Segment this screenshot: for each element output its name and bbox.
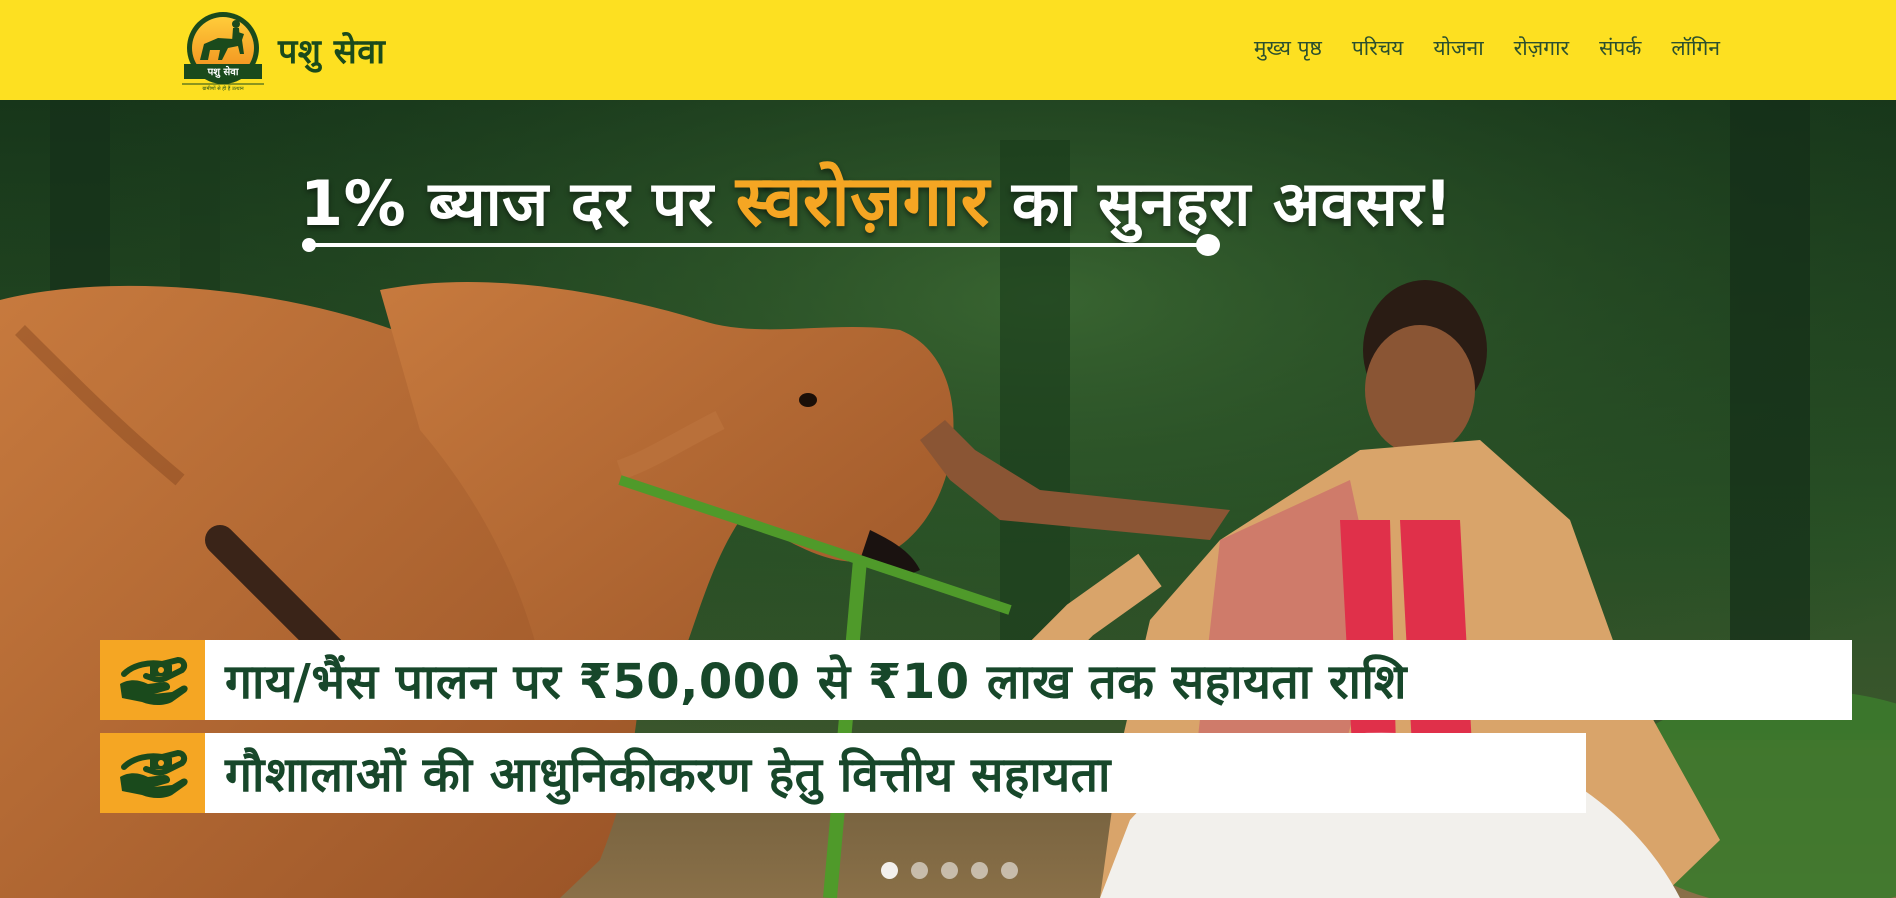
- info-banner-assistance: गाय/भैंस पालन पर ₹50,000 से ₹10 लाख तक स…: [100, 640, 1852, 720]
- info-banner-modernization: गौशालाओं की आधुनिकीकरण हेतु वित्तीय सहाय…: [100, 733, 1586, 813]
- nav-contact[interactable]: संपर्क: [1599, 34, 1641, 62]
- brand-name: पशु सेवा: [278, 32, 386, 72]
- hero-headline: 1% ब्याज दर पर स्वरोज़गार का सुनहरा अवसर…: [300, 150, 1780, 242]
- carousel-dot-2[interactable]: [911, 862, 928, 879]
- headline-divider: [302, 234, 1220, 256]
- nav-home[interactable]: मुख्य पृष्ठ: [1254, 34, 1322, 62]
- headline-post: का सुनहरा अवसर!: [989, 167, 1453, 240]
- carousel-dot-3[interactable]: [941, 862, 958, 879]
- carousel-dot-4[interactable]: [971, 862, 988, 879]
- brand[interactable]: पशु सेवा ग्रामीणों से ही हैं उत्थान पशु …: [178, 8, 385, 92]
- nav-employment[interactable]: रोज़गार: [1514, 34, 1569, 62]
- logo-emblem: पशु सेवा ग्रामीणों से ही हैं उत्थान: [182, 12, 264, 92]
- nav-about[interactable]: परिचय: [1352, 34, 1403, 62]
- carousel-dot-5[interactable]: [1001, 862, 1018, 879]
- carousel-dot-1[interactable]: [881, 862, 898, 879]
- main-nav: मुख्य पृष्ठ परिचय योजना रोज़गार संपर्क ल…: [1254, 34, 1720, 62]
- headline-pre: 1% ब्याज दर पर: [300, 167, 736, 240]
- hero-carousel[interactable]: 1% ब्याज दर पर स्वरोज़गार का सुनहरा अवसर…: [0, 100, 1896, 898]
- headline-highlight: स्वरोज़गार: [735, 160, 990, 242]
- nav-schemes[interactable]: योजना: [1433, 34, 1483, 62]
- banner-text-assistance: गाय/भैंस पालन पर ₹50,000 से ₹10 लाख तक स…: [225, 653, 1408, 710]
- header-bar: पशु सेवा ग्रामीणों से ही हैं उत्थान पशु …: [0, 0, 1896, 100]
- logo-text: पशु सेवा: [207, 65, 239, 78]
- logo-tagline: ग्रामीणों से ही हैं उत्थान: [202, 85, 244, 92]
- hand-money-icon: [100, 733, 205, 813]
- carousel-indicators: [881, 862, 1018, 879]
- nav-login[interactable]: लॉगिन: [1671, 34, 1720, 62]
- hand-money-icon: [100, 640, 205, 720]
- banner-text-modernization: गौशालाओं की आधुनिकीकरण हेतु वित्तीय सहाय…: [225, 746, 1111, 803]
